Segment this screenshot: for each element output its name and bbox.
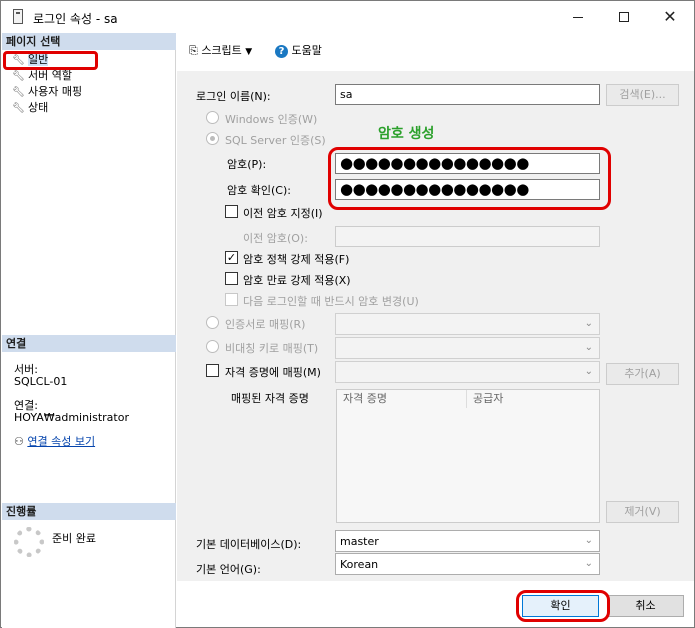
- windows-auth-label: Windows 인증(W): [225, 113, 318, 126]
- enforce-policy-checkbox[interactable]: ✓: [225, 251, 238, 264]
- script-icon: ⎘: [189, 44, 198, 57]
- credential-mapping-label: 자격 증명에 매핑(M): [225, 366, 321, 379]
- mapped-credentials-grid[interactable]: 자격 증명 공급자: [336, 389, 600, 523]
- maximize-button[interactable]: [601, 1, 647, 33]
- left-pane: 페이지 선택 🔧︎ 일반 🔧︎ 서버 역할 🔧︎ 사용자 매핑 🔧︎ 상태 연결 서버:…: [2, 33, 176, 628]
- search-button[interactable]: 검색(E)...: [606, 84, 679, 106]
- app-icon: [13, 9, 23, 24]
- maximize-icon: [619, 12, 629, 22]
- enforce-policy-label: 암호 정책 강제 적용(F): [243, 253, 350, 266]
- login-name-input[interactable]: sa: [335, 84, 600, 105]
- wrench-icon: 🔧︎: [12, 71, 25, 82]
- annotation-general-box: [3, 51, 98, 70]
- default-lang-label: 기본 언어(G):: [196, 563, 261, 576]
- old-password-check-label: 이전 암호 지정(I): [243, 207, 323, 220]
- minimize-button[interactable]: [555, 1, 601, 33]
- login-properties-window: 로그인 속성 - sa ✕ 페이지 선택 🔧︎ 일반 🔧︎ 서버 역할 🔧︎ 사용자 …: [0, 0, 695, 628]
- default-lang-value: Korean: [340, 558, 379, 571]
- sql-auth-label: SQL Server 인증(S): [225, 134, 326, 147]
- cert-combo[interactable]: ⌄: [335, 313, 600, 335]
- view-connection-properties[interactable]: ⚇ 연결 속성 보기: [14, 433, 95, 449]
- progress-status: 준비 완료: [52, 532, 96, 545]
- annotation-text: 암호 생성: [378, 126, 435, 142]
- close-icon: ✕: [663, 7, 677, 26]
- sql-auth-radio[interactable]: [206, 132, 219, 145]
- chevron-down-icon: ⌄: [584, 535, 593, 546]
- old-password-field[interactable]: [335, 226, 600, 247]
- minimize-icon: [573, 16, 583, 18]
- grid-col-credential[interactable]: 자격 증명: [337, 390, 467, 408]
- view-connection-link[interactable]: 연결 속성 보기: [27, 435, 95, 448]
- nav-item-label: 서버 역할: [28, 69, 72, 82]
- help-label: 도움말: [291, 44, 322, 57]
- annotation-password-box: [328, 147, 611, 210]
- add-button[interactable]: 추가(A): [606, 363, 679, 385]
- connection-header: 연결: [2, 335, 176, 352]
- close-button[interactable]: ✕: [647, 1, 693, 33]
- progress-spinner-icon: [14, 527, 44, 557]
- login-name-label: 로그인 이름(N):: [196, 90, 271, 103]
- toolbar: ⎘ 스크립트 ▼ ? 도움말: [177, 33, 694, 63]
- nav-item-label: 상태: [28, 101, 49, 114]
- asym-key-label: 비대칭 키로 매핑(T): [225, 342, 319, 355]
- script-button[interactable]: ⎘ 스크립트 ▼: [189, 42, 252, 58]
- page-select-header: 페이지 선택: [2, 33, 176, 50]
- nav-item-server-roles[interactable]: 🔧︎ 서버 역할: [12, 68, 72, 83]
- confirm-password-label: 암호 확인(C):: [227, 184, 291, 197]
- chevron-down-icon: ⌄: [584, 342, 593, 353]
- nav-item-label: 사용자 매핑: [28, 85, 83, 98]
- chevron-down-icon: ⌄: [584, 366, 593, 377]
- chevron-down-icon: ⌄: [584, 318, 593, 329]
- password-label: 암호(P):: [227, 158, 267, 171]
- grid-col-provider[interactable]: 공급자: [467, 390, 600, 408]
- default-db-combo[interactable]: master ⌄: [335, 530, 600, 552]
- script-label: 스크립트: [201, 44, 242, 57]
- nav-item-user-mapping[interactable]: 🔧︎ 사용자 매핑: [12, 84, 82, 99]
- window-title: 로그인 속성 - sa: [33, 12, 118, 26]
- cert-mapping-radio[interactable]: [206, 316, 219, 329]
- asym-key-combo[interactable]: ⌄: [335, 337, 600, 359]
- default-db-label: 기본 데이터베이스(D):: [196, 538, 302, 551]
- mapped-credentials-label: 매핑된 자격 증명: [231, 392, 309, 405]
- chevron-down-icon: ▼: [245, 47, 253, 57]
- default-lang-combo[interactable]: Korean ⌄: [335, 553, 600, 575]
- remove-button[interactable]: 제거(V): [606, 501, 679, 523]
- help-button[interactable]: ? 도움말: [275, 42, 322, 58]
- credential-combo[interactable]: ⌄: [335, 361, 600, 383]
- cert-mapping-label: 인증서로 매핑(R): [225, 318, 306, 331]
- asym-key-radio[interactable]: [206, 340, 219, 353]
- windows-auth-radio[interactable]: [206, 111, 219, 124]
- server-value: SQLCL-01: [14, 375, 68, 388]
- chevron-down-icon: ⌄: [584, 558, 593, 569]
- default-db-value: master: [340, 535, 379, 548]
- nav-item-status[interactable]: 🔧︎ 상태: [12, 100, 48, 115]
- annotation-ok-box: [516, 590, 610, 622]
- title-bar: 로그인 속성 - sa ✕: [1, 1, 694, 33]
- enforce-expiration-checkbox[interactable]: [225, 272, 238, 285]
- credential-mapping-checkbox[interactable]: [206, 364, 219, 377]
- old-password-checkbox[interactable]: [225, 205, 238, 218]
- progress-header: 진행률: [2, 503, 176, 520]
- must-change-label: 다음 로그인할 때 반드시 암호 변경(U): [243, 295, 419, 308]
- old-password-label: 이전 암호(O):: [243, 232, 308, 245]
- enforce-expiration-label: 암호 만료 강제 적용(X): [243, 274, 351, 287]
- help-icon: ?: [275, 45, 288, 58]
- connection-value: HOYA₩administrator: [14, 411, 129, 424]
- wrench-icon: 🔧︎: [12, 87, 25, 98]
- connection-properties-icon: ⚇: [14, 435, 24, 448]
- must-change-checkbox[interactable]: [225, 293, 238, 306]
- cancel-button[interactable]: 취소: [607, 595, 684, 617]
- wrench-icon: 🔧︎: [12, 103, 25, 114]
